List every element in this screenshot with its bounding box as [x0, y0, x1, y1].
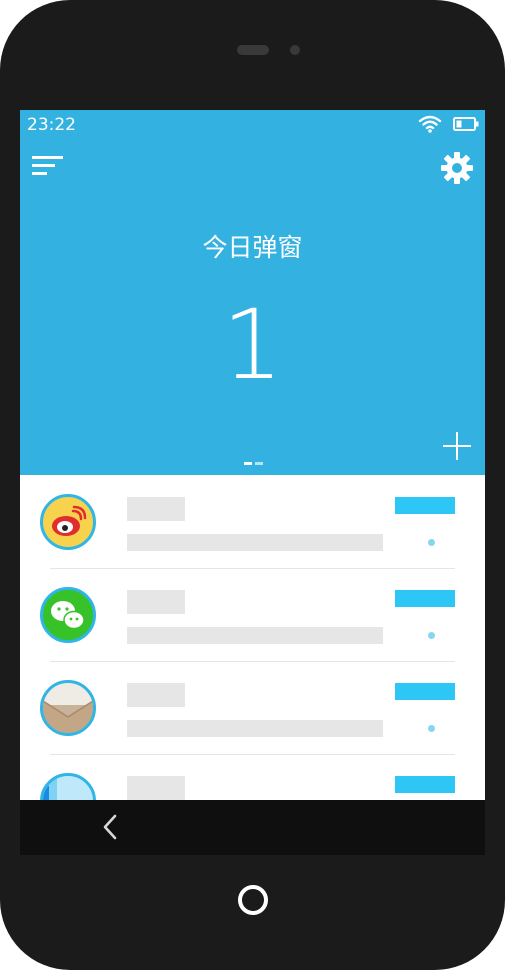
- back-chevron-icon[interactable]: [96, 812, 124, 842]
- page-title: 今日弹窗: [202, 233, 303, 262]
- phone-frame: 23:22 今日弹窗 1: [0, 0, 505, 970]
- toggle-button[interactable]: [395, 590, 455, 607]
- list-item[interactable]: [20, 568, 485, 662]
- status-dot: [428, 725, 435, 732]
- toggle-button[interactable]: [395, 776, 455, 793]
- app-description-placeholder: [127, 534, 383, 551]
- wifi-icon: [418, 115, 442, 133]
- list-item[interactable]: [20, 661, 485, 755]
- app-description-placeholder: [127, 627, 383, 644]
- app-name-placeholder: [127, 590, 185, 614]
- status-dot: [428, 632, 435, 639]
- status-dot: [428, 539, 435, 546]
- page-indicator: [244, 462, 263, 465]
- header-panel: 23:22 今日弹窗 1: [20, 110, 485, 475]
- status-time: 23:22: [27, 115, 76, 135]
- mail-icon: [40, 680, 96, 736]
- toggle-button[interactable]: [395, 497, 455, 514]
- popup-count: 1: [221, 289, 284, 401]
- screen: 23:22 今日弹窗 1: [20, 110, 485, 855]
- navigation-bar: [20, 800, 485, 855]
- list-item[interactable]: [20, 475, 485, 569]
- toggle-button[interactable]: [395, 683, 455, 700]
- app-name-placeholder: [127, 776, 185, 800]
- front-camera: [290, 45, 300, 55]
- plus-icon[interactable]: [441, 430, 473, 462]
- app-description-placeholder: [127, 720, 383, 737]
- gear-icon[interactable]: [440, 151, 474, 185]
- weibo-icon: [40, 494, 96, 550]
- app-list: [20, 475, 485, 855]
- menu-icon[interactable]: [32, 156, 66, 180]
- wechat-icon: [40, 587, 96, 643]
- earpiece-speaker: [237, 45, 269, 55]
- app-name-placeholder: [127, 497, 185, 521]
- home-button-icon[interactable]: [238, 885, 268, 915]
- app-name-placeholder: [127, 683, 185, 707]
- battery-icon: [453, 117, 479, 131]
